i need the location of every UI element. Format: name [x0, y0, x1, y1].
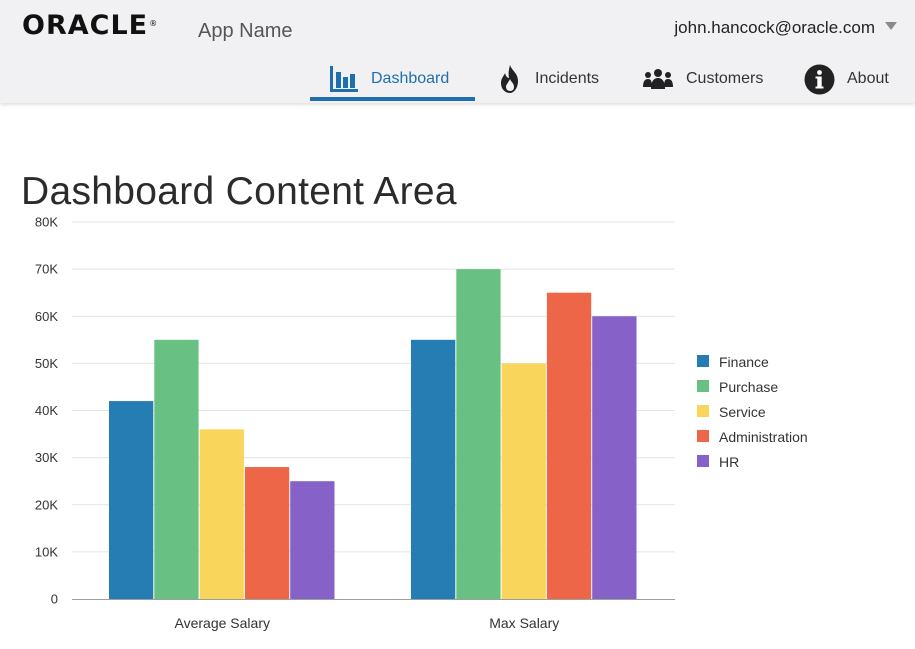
people-icon	[642, 67, 674, 91]
x-category-label: Max Salary	[489, 615, 559, 631]
bar-hr-max-salary[interactable]	[592, 316, 637, 599]
bar-hr-average-salary[interactable]	[290, 481, 335, 599]
bar-chart-icon	[329, 64, 359, 94]
tab-dashboard[interactable]: Dashboard	[329, 58, 449, 100]
x-category-label: Average Salary	[175, 615, 270, 631]
active-tab-indicator	[310, 97, 475, 101]
tab-about-label: About	[847, 70, 889, 87]
bar-service-max-salary[interactable]	[501, 363, 546, 599]
legend-swatch[interactable]	[697, 455, 709, 467]
legend-swatch[interactable]	[697, 380, 709, 392]
y-tick-label: 40K	[35, 403, 58, 418]
oracle-logo[interactable]: ORACLE®	[22, 11, 158, 41]
tab-incidents-label: Incidents	[535, 70, 600, 87]
legend-label[interactable]: Administration	[719, 429, 808, 445]
bar-service-average-salary[interactable]	[199, 429, 244, 599]
bar-purchase-max-salary[interactable]	[456, 269, 501, 599]
y-tick-label: 60K	[35, 309, 58, 324]
legend-label[interactable]: HR	[719, 454, 739, 470]
legend-swatch[interactable]	[697, 430, 709, 442]
legend-swatch[interactable]	[697, 405, 709, 417]
legend-swatch[interactable]	[697, 355, 709, 367]
y-tick-label: 70K	[35, 262, 58, 277]
tab-customers-label: Customers	[686, 70, 764, 87]
bar-administration-max-salary[interactable]	[546, 292, 592, 599]
tab-dashboard-label: Dashboard	[371, 70, 450, 87]
tab-incidents[interactable]: Incidents	[497, 58, 599, 100]
logo-text: ORACLE	[22, 10, 149, 41]
legend-label[interactable]: Purchase	[719, 379, 778, 395]
y-tick-label: 50K	[35, 356, 58, 371]
y-tick-label: 20K	[35, 497, 58, 512]
bar-administration-average-salary[interactable]	[244, 467, 290, 599]
tab-about[interactable]: About	[804, 58, 889, 100]
user-menu-button[interactable]: john.hancock@oracle.com	[674, 18, 875, 38]
legend-label[interactable]: Service	[719, 404, 766, 420]
salary-bar-chart: 0 10K 20K 30K 40K 50K 60K 70K 80K Average Salary M…	[35, 215, 808, 632]
bar-finance-average-salary[interactable]	[109, 401, 154, 599]
registered-mark: ®	[149, 19, 159, 28]
bar-finance-max-salary[interactable]	[411, 339, 456, 599]
bar-purchase-average-salary[interactable]	[154, 339, 199, 599]
y-tick-label: 10K	[35, 544, 58, 559]
y-tick-label: 80K	[35, 215, 58, 230]
y-tick-label: 30K	[35, 450, 58, 465]
tab-customers[interactable]: Customers	[642, 58, 763, 100]
app-header: ORACLE® App Name john.hancock@oracle.com…	[0, 0, 915, 103]
info-icon	[804, 64, 835, 95]
legend-label[interactable]: Finance	[719, 354, 769, 370]
app-name: App Name	[198, 20, 293, 42]
fire-icon	[497, 64, 523, 94]
caret-down-icon[interactable]	[885, 22, 897, 30]
y-tick-label: 0	[51, 592, 58, 607]
